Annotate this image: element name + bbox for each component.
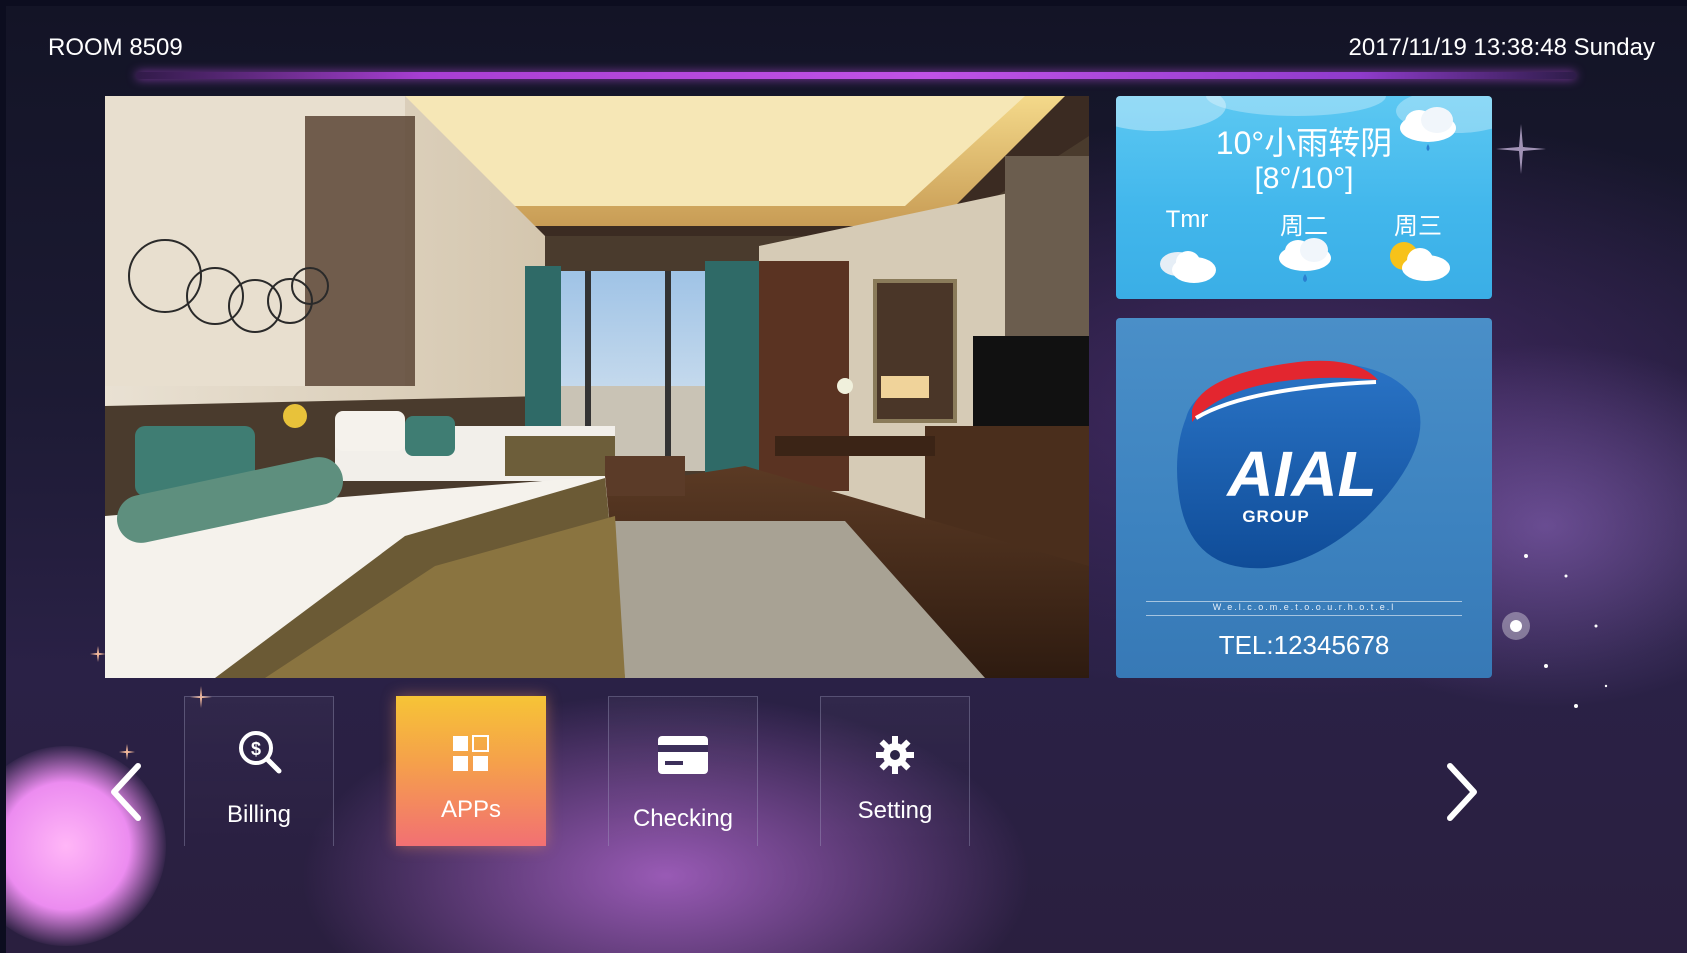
gear-icon bbox=[876, 736, 914, 774]
tagline: W.e.l.c.o.m.e.t.o.o.u.r.h.o.t.e.l bbox=[1212, 602, 1396, 612]
room-number: ROOM 8509 bbox=[48, 34, 183, 61]
temperature-range: [8°/10°] bbox=[1254, 162, 1354, 195]
date-time: 2017/11/19 13:38:48 Sunday bbox=[1348, 34, 1656, 61]
hotel-phone: TEL:12345678 bbox=[1218, 630, 1390, 660]
hotel-room-image bbox=[105, 96, 1089, 678]
sparkle-icon bbox=[1496, 124, 1546, 174]
brand-group: GROUP bbox=[1242, 507, 1309, 526]
header-divider bbox=[136, 72, 1576, 79]
nav-billing-button[interactable]: $ Billing bbox=[184, 696, 334, 846]
tagline-rule bbox=[1146, 615, 1462, 616]
star-dots bbox=[1524, 554, 1608, 708]
nav-checking-button[interactable]: Checking bbox=[608, 696, 758, 846]
svg-text:$: $ bbox=[251, 739, 261, 759]
brand-name: AIAL bbox=[1225, 438, 1376, 510]
forecast-day: 周三 bbox=[1394, 213, 1442, 240]
cloudy-icon bbox=[1160, 251, 1216, 283]
forecast-day: 周二 bbox=[1280, 213, 1328, 240]
billing-search-icon: $ bbox=[239, 731, 282, 774]
sparkle-icon bbox=[119, 744, 135, 760]
apps-grid-icon bbox=[453, 735, 489, 771]
rain-icon bbox=[1279, 238, 1331, 282]
current-weather: 10°小雨转阴 bbox=[1215, 125, 1393, 161]
sparkle-icon bbox=[90, 646, 106, 662]
chevron-right-icon[interactable] bbox=[1442, 762, 1482, 822]
launcher-screen: ROOM 8509 2017/11/19 13:38:48 Sunday 10°… bbox=[6, 6, 1687, 953]
weather-widget[interactable]: 10°小雨转阴 [8°/10°] Tmr 周二 周三 bbox=[1116, 96, 1492, 299]
nav-label: Checking bbox=[632, 805, 734, 832]
nav-setting-button[interactable]: Setting bbox=[820, 696, 970, 846]
aial-logo: AIAL GROUP bbox=[1177, 360, 1421, 569]
card-icon bbox=[658, 736, 708, 774]
forecast-day: Tmr bbox=[1165, 206, 1209, 233]
hotel-brand-panel[interactable]: AIAL GROUP W.e.l.c.o.m.e.t.o.o.u.r.h.o.t… bbox=[1116, 318, 1492, 678]
nav-label: Billing bbox=[226, 801, 292, 828]
nav-label: APPs bbox=[440, 796, 502, 823]
nav-apps-button[interactable]: APPs bbox=[396, 696, 546, 846]
partly-sunny-icon bbox=[1390, 242, 1450, 281]
chevron-left-icon[interactable] bbox=[106, 762, 146, 822]
nav-label: Setting bbox=[857, 797, 933, 824]
hotel-room-photo[interactable] bbox=[105, 96, 1089, 678]
